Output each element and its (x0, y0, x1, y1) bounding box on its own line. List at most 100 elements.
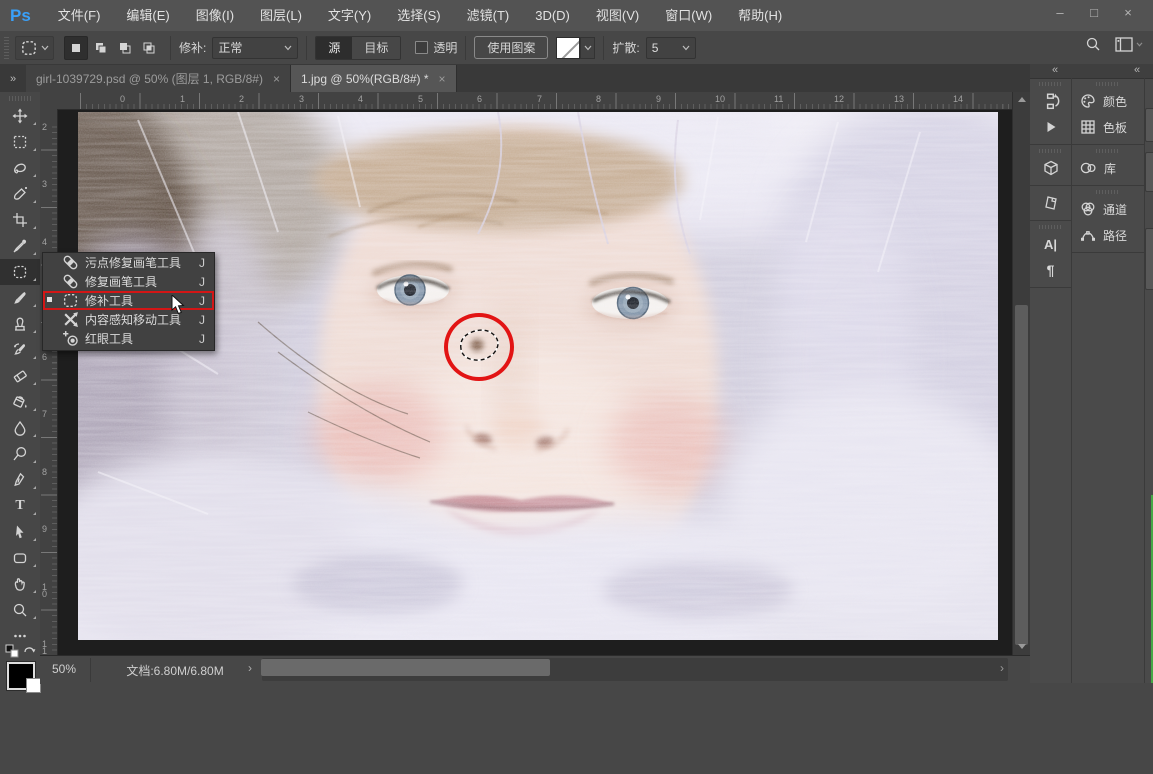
swap-colors-icon[interactable] (23, 644, 37, 656)
hand-tool[interactable] (0, 571, 40, 597)
paragraph-panel-icon[interactable]: ¶ (1030, 257, 1071, 283)
maximize-button[interactable]: □ (1077, 0, 1111, 24)
vertical-scrollbar-thumb[interactable] (1015, 305, 1028, 645)
blur-tool[interactable] (0, 415, 40, 441)
collapse-panels-icon[interactable]: « (1134, 64, 1140, 77)
vertical-ruler[interactable]: 234567891011 (40, 109, 58, 655)
panel-grip[interactable] (1096, 149, 1120, 153)
minimize-button[interactable]: – (1043, 0, 1077, 24)
horizontal-scrollbar-thumb[interactable] (261, 659, 550, 676)
photo-girl-winter-portrait[interactable] (78, 112, 998, 640)
path-selection-tool[interactable] (0, 519, 40, 545)
intersect-selection-mode-button[interactable] (138, 37, 160, 59)
rectangular-marquee-tool[interactable] (0, 129, 40, 155)
document-tab-1-jpg[interactable]: 1.jpg @ 50%(RGB/8#) * × (291, 65, 457, 92)
clone-stamp-tool[interactable] (0, 311, 40, 337)
3d-panel-icon[interactable] (1030, 155, 1071, 181)
scroll-down-arrow-icon[interactable] (1018, 644, 1026, 649)
menu-item[interactable]: 选择(S) (384, 0, 453, 31)
history-panel-icon[interactable] (1030, 88, 1071, 114)
close-icon[interactable]: × (273, 72, 280, 86)
patch-mode-dropdown[interactable]: 正常 (212, 37, 298, 59)
source-button[interactable]: 源 (316, 37, 352, 59)
pattern-swatch[interactable] (556, 37, 580, 59)
target-button[interactable]: 目标 (352, 37, 400, 59)
history-brush-tool[interactable] (0, 337, 40, 363)
menu-item[interactable]: 编辑(E) (113, 0, 182, 31)
subtract-selection-mode-button[interactable] (114, 37, 136, 59)
color-panel-tab[interactable]: 颜色 (1072, 88, 1144, 114)
ruler-origin-corner[interactable] (40, 92, 58, 110)
options-grip[interactable] (4, 37, 9, 59)
transparent-checkbox[interactable] (415, 41, 428, 54)
toolbar-double-arrow-icon[interactable]: » (0, 66, 26, 92)
menu-item[interactable]: 滤镜(T) (454, 0, 523, 31)
paths-panel-tab[interactable]: 路径 (1072, 222, 1144, 248)
flyout-item-content-aware-move[interactable]: 内容感知移动工具 J (43, 310, 214, 329)
dock-edge-tab[interactable] (1145, 152, 1153, 192)
flyout-item-red-eye-tool[interactable]: 红眼工具 J (43, 329, 214, 348)
new-selection-mode-button[interactable] (64, 36, 88, 60)
scroll-right-arrow-icon[interactable]: › (1000, 661, 1004, 675)
brush-tool[interactable] (0, 285, 40, 311)
dock-edge-tab[interactable] (1145, 228, 1153, 290)
dodge-tool[interactable] (0, 441, 40, 467)
close-button[interactable]: × (1111, 0, 1145, 24)
patch-tool[interactable] (0, 259, 40, 285)
dock-edge-tab[interactable] (1145, 108, 1153, 142)
toolbar-grip[interactable] (9, 96, 31, 101)
panel-grip[interactable] (1039, 82, 1063, 86)
scroll-up-arrow-icon[interactable] (1018, 97, 1026, 102)
default-colors-icon[interactable] (5, 644, 19, 658)
menu-item[interactable]: 图像(I) (183, 0, 247, 31)
menu-item[interactable]: 文件(F) (45, 0, 114, 31)
libraries-panel-tab[interactable]: 库 (1072, 155, 1144, 181)
background-color-swatch[interactable] (26, 678, 41, 693)
workspace-switcher[interactable] (1115, 37, 1143, 52)
artboard-panel-icon[interactable] (1030, 190, 1071, 216)
shape-tool[interactable] (0, 545, 40, 571)
status-expand-icon[interactable]: › (248, 661, 252, 675)
actions-panel-icon[interactable] (1030, 114, 1071, 140)
zoom-tool[interactable] (0, 597, 40, 623)
flyout-item-shortcut: J (199, 332, 205, 346)
add-selection-mode-button[interactable] (90, 37, 112, 59)
menu-item[interactable]: 图层(L) (247, 0, 315, 31)
flyout-item-patch-tool[interactable]: 修补工具 J (43, 291, 214, 310)
lasso-tool[interactable] (0, 155, 40, 181)
channels-panel-tab[interactable]: 通道 (1072, 196, 1144, 222)
character-panel-icon[interactable]: A| (1030, 231, 1071, 257)
eraser-tool[interactable] (0, 363, 40, 389)
panel-grip[interactable] (1096, 190, 1120, 194)
menu-item[interactable]: 帮助(H) (725, 0, 795, 31)
horizontal-ruler[interactable]: 0123456789101112131415 (57, 92, 1012, 110)
panel-grip[interactable] (1039, 225, 1063, 229)
panel-grip[interactable] (1096, 82, 1120, 86)
zoom-level-field[interactable]: 50% (52, 662, 76, 676)
quick-selection-tool[interactable] (0, 181, 40, 207)
diffusion-dropdown[interactable]: 5 (646, 37, 696, 59)
close-icon[interactable]: × (439, 72, 446, 86)
tool-preset-picker[interactable] (15, 36, 54, 60)
menu-item[interactable]: 视图(V) (583, 0, 652, 31)
vertical-scrollbar[interactable] (1012, 92, 1030, 655)
panel-grip[interactable] (1039, 149, 1063, 153)
menu-item[interactable]: 文字(Y) (315, 0, 384, 31)
pen-tool[interactable] (0, 467, 40, 493)
swatches-panel-tab[interactable]: 色板 (1072, 114, 1144, 140)
type-tool[interactable]: T (0, 493, 40, 519)
crop-tool[interactable] (0, 207, 40, 233)
search-icon[interactable] (1085, 36, 1101, 52)
paint-bucket-tool[interactable] (0, 389, 40, 415)
flyout-item-spot-healing-brush[interactable]: 污点修复画笔工具 J (43, 253, 214, 272)
document-tab-girl-psd[interactable]: girl-1039729.psd @ 50% (图层 1, RGB/8#) × (26, 65, 291, 92)
collapse-panels-icon[interactable]: « (1052, 64, 1058, 77)
lasso-icon (12, 160, 28, 176)
move-tool[interactable] (0, 103, 40, 129)
eyedropper-tool[interactable] (0, 233, 40, 259)
pattern-picker-chevron[interactable] (580, 37, 595, 59)
use-pattern-button[interactable]: 使用图案 (474, 36, 548, 59)
menu-item[interactable]: 3D(D) (522, 0, 583, 31)
menu-item[interactable]: 窗口(W) (652, 0, 725, 31)
flyout-item-healing-brush[interactable]: 修复画笔工具 J (43, 272, 214, 291)
